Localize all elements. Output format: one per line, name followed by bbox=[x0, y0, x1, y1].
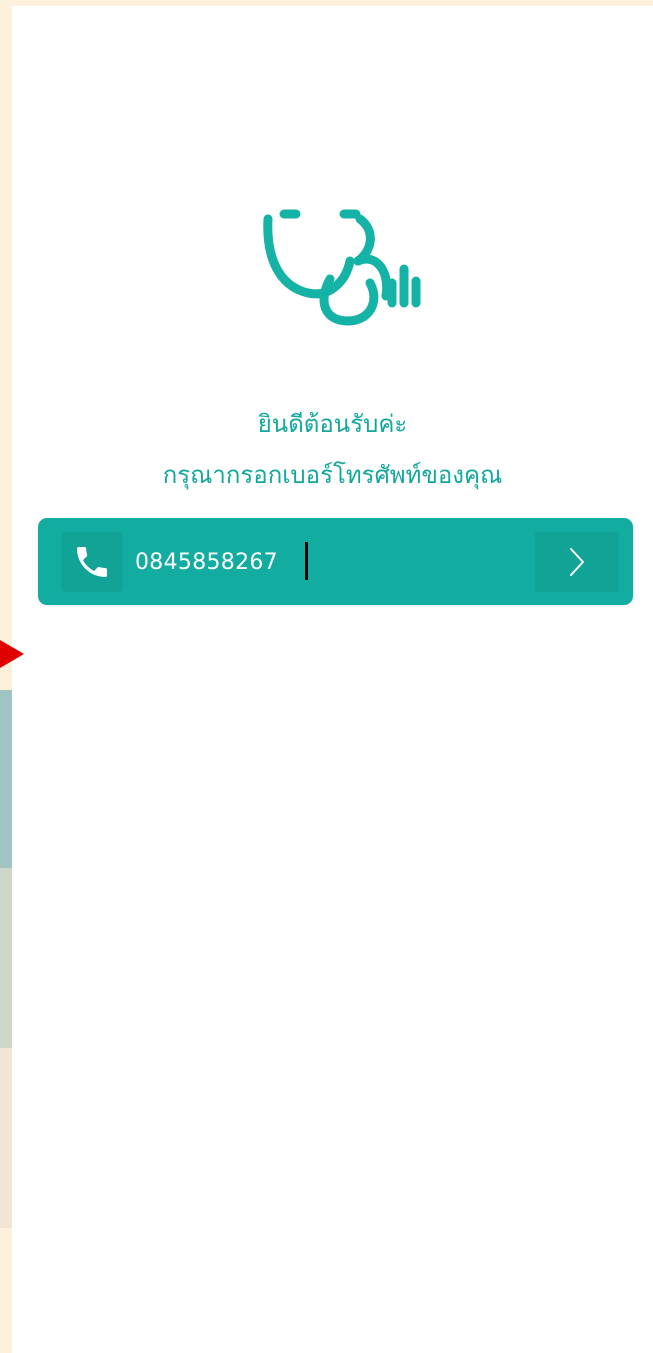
pointer-arrow-marker bbox=[0, 640, 24, 668]
phone-entry-bar bbox=[38, 518, 633, 605]
left-edge-strip bbox=[0, 868, 12, 1048]
phone-prompt-text: กรุณากรอกเบอร์โทรศัพท์ของคุณ bbox=[162, 461, 503, 489]
left-edge-strip bbox=[0, 1048, 12, 1228]
welcome-title: ยินดีต้อนรับค่ะ bbox=[257, 410, 408, 438]
phone-number-input[interactable] bbox=[135, 544, 515, 580]
left-edge-strip bbox=[0, 0, 12, 690]
next-button[interactable] bbox=[535, 532, 619, 592]
left-edge-strip bbox=[0, 1228, 12, 1353]
left-edge-strip bbox=[0, 690, 12, 868]
login-screen: ยินดีต้อนรับค่ะ กรุณากรอกเบอร์โทรศัพท์ขอ… bbox=[12, 6, 653, 1353]
phone-icon bbox=[61, 532, 123, 592]
text-caret bbox=[305, 542, 308, 580]
stethoscope-logo-icon bbox=[263, 209, 421, 326]
chevron-right-icon bbox=[570, 548, 584, 576]
